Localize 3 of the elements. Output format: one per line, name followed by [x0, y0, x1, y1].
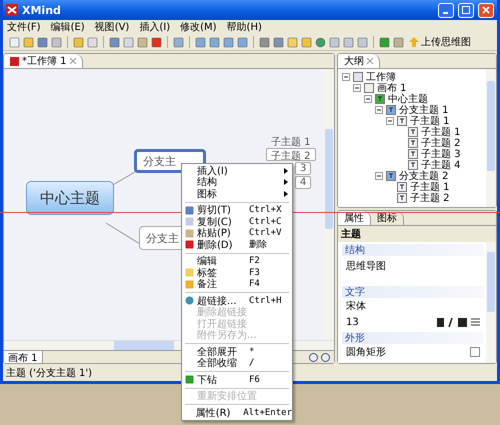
panel-title: 主题 — [338, 226, 496, 242]
status-text: 主题 ('分支主题 1') — [6, 366, 92, 380]
window-title: XMind — [22, 4, 62, 16]
